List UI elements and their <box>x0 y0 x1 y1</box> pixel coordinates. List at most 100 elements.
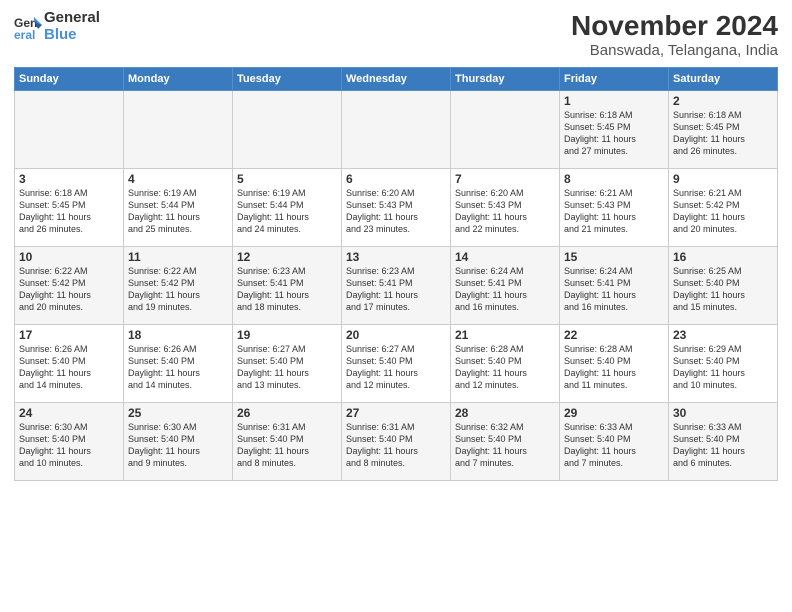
main-title: November 2024 <box>571 10 778 42</box>
header-friday: Friday <box>560 68 669 91</box>
header-row: Sunday Monday Tuesday Wednesday Thursday… <box>15 68 778 91</box>
calendar-cell: 21Sunrise: 6:28 AM Sunset: 5:40 PM Dayli… <box>451 325 560 403</box>
day-info: Sunrise: 6:22 AM Sunset: 5:42 PM Dayligh… <box>128 265 228 314</box>
calendar-cell: 23Sunrise: 6:29 AM Sunset: 5:40 PM Dayli… <box>669 325 778 403</box>
calendar-cell: 20Sunrise: 6:27 AM Sunset: 5:40 PM Dayli… <box>342 325 451 403</box>
day-number: 9 <box>673 172 773 186</box>
calendar-cell: 26Sunrise: 6:31 AM Sunset: 5:40 PM Dayli… <box>233 403 342 481</box>
calendar-cell: 15Sunrise: 6:24 AM Sunset: 5:41 PM Dayli… <box>560 247 669 325</box>
day-info: Sunrise: 6:19 AM Sunset: 5:44 PM Dayligh… <box>128 187 228 236</box>
day-info: Sunrise: 6:23 AM Sunset: 5:41 PM Dayligh… <box>237 265 337 314</box>
header-thursday: Thursday <box>451 68 560 91</box>
day-info: Sunrise: 6:28 AM Sunset: 5:40 PM Dayligh… <box>564 343 664 392</box>
calendar-cell <box>233 91 342 169</box>
day-number: 22 <box>564 328 664 342</box>
day-info: Sunrise: 6:32 AM Sunset: 5:40 PM Dayligh… <box>455 421 555 470</box>
day-info: Sunrise: 6:21 AM Sunset: 5:42 PM Dayligh… <box>673 187 773 236</box>
day-number: 19 <box>237 328 337 342</box>
week-row-2: 10Sunrise: 6:22 AM Sunset: 5:42 PM Dayli… <box>15 247 778 325</box>
calendar-cell: 30Sunrise: 6:33 AM Sunset: 5:40 PM Dayli… <box>669 403 778 481</box>
day-number: 11 <box>128 250 228 264</box>
week-row-1: 3Sunrise: 6:18 AM Sunset: 5:45 PM Daylig… <box>15 169 778 247</box>
day-number: 2 <box>673 94 773 108</box>
day-info: Sunrise: 6:22 AM Sunset: 5:42 PM Dayligh… <box>19 265 119 314</box>
day-number: 20 <box>346 328 446 342</box>
calendar-cell: 13Sunrise: 6:23 AM Sunset: 5:41 PM Dayli… <box>342 247 451 325</box>
calendar-cell <box>342 91 451 169</box>
day-number: 23 <box>673 328 773 342</box>
calendar-cell: 12Sunrise: 6:23 AM Sunset: 5:41 PM Dayli… <box>233 247 342 325</box>
calendar-cell: 4Sunrise: 6:19 AM Sunset: 5:44 PM Daylig… <box>124 169 233 247</box>
day-number: 14 <box>455 250 555 264</box>
day-number: 7 <box>455 172 555 186</box>
header-monday: Monday <box>124 68 233 91</box>
calendar-cell: 28Sunrise: 6:32 AM Sunset: 5:40 PM Dayli… <box>451 403 560 481</box>
calendar-cell: 19Sunrise: 6:27 AM Sunset: 5:40 PM Dayli… <box>233 325 342 403</box>
day-number: 6 <box>346 172 446 186</box>
day-info: Sunrise: 6:18 AM Sunset: 5:45 PM Dayligh… <box>564 109 664 158</box>
subtitle: Banswada, Telangana, India <box>571 42 778 59</box>
day-number: 12 <box>237 250 337 264</box>
day-number: 13 <box>346 250 446 264</box>
day-number: 17 <box>19 328 119 342</box>
day-info: Sunrise: 6:29 AM Sunset: 5:40 PM Dayligh… <box>673 343 773 392</box>
calendar-cell: 1Sunrise: 6:18 AM Sunset: 5:45 PM Daylig… <box>560 91 669 169</box>
day-info: Sunrise: 6:33 AM Sunset: 5:40 PM Dayligh… <box>673 421 773 470</box>
logo: Gen eral General Blue <box>14 10 100 43</box>
day-info: Sunrise: 6:24 AM Sunset: 5:41 PM Dayligh… <box>564 265 664 314</box>
day-info: Sunrise: 6:27 AM Sunset: 5:40 PM Dayligh… <box>346 343 446 392</box>
calendar-cell: 16Sunrise: 6:25 AM Sunset: 5:40 PM Dayli… <box>669 247 778 325</box>
day-info: Sunrise: 6:23 AM Sunset: 5:41 PM Dayligh… <box>346 265 446 314</box>
day-number: 30 <box>673 406 773 420</box>
calendar-cell: 3Sunrise: 6:18 AM Sunset: 5:45 PM Daylig… <box>15 169 124 247</box>
calendar-cell: 10Sunrise: 6:22 AM Sunset: 5:42 PM Dayli… <box>15 247 124 325</box>
week-row-3: 17 Sunrise: 6:26 AM Sunset: 5:40 PM Dayli… <box>15 325 778 403</box>
calendar-cell: 8Sunrise: 6:21 AM Sunset: 5:43 PM Daylig… <box>560 169 669 247</box>
calendar-cell: 22Sunrise: 6:28 AM Sunset: 5:40 PM Dayli… <box>560 325 669 403</box>
day-number: 18 <box>128 328 228 342</box>
calendar-cell: 6Sunrise: 6:20 AM Sunset: 5:43 PM Daylig… <box>342 169 451 247</box>
day-info: Sunrise: 6:28 AM Sunset: 5:40 PM Dayligh… <box>455 343 555 392</box>
calendar-cell: 14Sunrise: 6:24 AM Sunset: 5:41 PM Dayli… <box>451 247 560 325</box>
calendar-cell: 25Sunrise: 6:30 AM Sunset: 5:40 PM Dayli… <box>124 403 233 481</box>
calendar-cell <box>124 91 233 169</box>
day-info: Sunrise: 6:33 AM Sunset: 5:40 PM Dayligh… <box>564 421 664 470</box>
day-number: 4 <box>128 172 228 186</box>
calendar-cell <box>451 91 560 169</box>
day-info: Sunrise: 6:18 AM Sunset: 5:45 PM Dayligh… <box>19 187 119 236</box>
week-row-0: 1Sunrise: 6:18 AM Sunset: 5:45 PM Daylig… <box>15 91 778 169</box>
day-info: Sunrise: 6:20 AM Sunset: 5:43 PM Dayligh… <box>455 187 555 236</box>
header-saturday: Saturday <box>669 68 778 91</box>
day-number: 29 <box>564 406 664 420</box>
calendar-cell: 11Sunrise: 6:22 AM Sunset: 5:42 PM Dayli… <box>124 247 233 325</box>
day-number: 16 <box>673 250 773 264</box>
calendar-cell: 2Sunrise: 6:18 AM Sunset: 5:45 PM Daylig… <box>669 91 778 169</box>
header-tuesday: Tuesday <box>233 68 342 91</box>
calendar-cell: 27Sunrise: 6:31 AM Sunset: 5:40 PM Dayli… <box>342 403 451 481</box>
day-number: 8 <box>564 172 664 186</box>
day-info: Sunrise: 6:30 AM Sunset: 5:40 PM Dayligh… <box>128 421 228 470</box>
calendar-cell: 18Sunrise: 6:26 AM Sunset: 5:40 PM Dayli… <box>124 325 233 403</box>
calendar-cell: 9Sunrise: 6:21 AM Sunset: 5:42 PM Daylig… <box>669 169 778 247</box>
page: Gen eral General Blue November 2024 Bans… <box>0 0 792 612</box>
day-info: Sunrise: 6:19 AM Sunset: 5:44 PM Dayligh… <box>237 187 337 236</box>
day-info: Sunrise: 6:26 AM Sunset: 5:40 PM Dayligh… <box>128 343 228 392</box>
day-info: Sunrise: 6:18 AM Sunset: 5:45 PM Dayligh… <box>673 109 773 158</box>
day-number: 3 <box>19 172 119 186</box>
day-info: Sunrise: 6:30 AM Sunset: 5:40 PM Dayligh… <box>19 421 119 470</box>
logo-text: General Blue <box>44 10 100 43</box>
day-info: Sunrise: 6:20 AM Sunset: 5:43 PM Dayligh… <box>346 187 446 236</box>
day-number: 25 <box>128 406 228 420</box>
svg-text:eral: eral <box>14 28 35 41</box>
day-number: 26 <box>237 406 337 420</box>
day-info: Sunrise: 6:27 AM Sunset: 5:40 PM Dayligh… <box>237 343 337 392</box>
header-sunday: Sunday <box>15 68 124 91</box>
calendar-table: Sunday Monday Tuesday Wednesday Thursday… <box>14 67 778 481</box>
day-info: Sunrise: 6:24 AM Sunset: 5:41 PM Dayligh… <box>455 265 555 314</box>
day-number: 15 <box>564 250 664 264</box>
day-info: Sunrise: 6:31 AM Sunset: 5:40 PM Dayligh… <box>237 421 337 470</box>
calendar-cell: 17Sunrise: 6:26 AM Sunset: 5:40 PM Dayli… <box>15 325 124 403</box>
calendar-cell: 24Sunrise: 6:30 AM Sunset: 5:40 PM Dayli… <box>15 403 124 481</box>
day-number: 28 <box>455 406 555 420</box>
day-info: Sunrise: 6:31 AM Sunset: 5:40 PM Dayligh… <box>346 421 446 470</box>
